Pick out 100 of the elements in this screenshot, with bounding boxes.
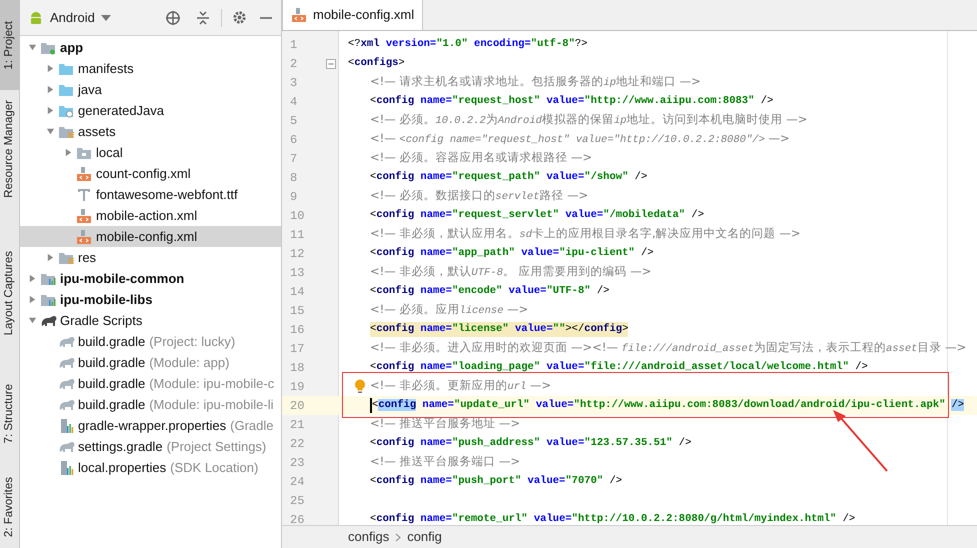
line-number: 16 xyxy=(289,322,306,338)
breadcrumb[interactable]: config xyxy=(407,527,442,547)
tree-item[interactable]: count-config.xml xyxy=(20,163,281,184)
code-line: <config name="loading_page" value="file:///android_asset/local/welcome.html" /> xyxy=(370,360,868,375)
tree-item[interactable]: gradle-wrapper.properties (Gradle xyxy=(20,415,281,436)
item-label: build.gradle xyxy=(78,374,146,393)
tree-item[interactable]: build.gradle (Module: ipu-mobile-li xyxy=(20,394,281,415)
code-line: <!— 推送平台服务端口 —> xyxy=(370,453,520,470)
module-folder-icon xyxy=(40,40,56,54)
expanded-arrow-icon[interactable] xyxy=(46,127,54,136)
item-label: settings.gradle xyxy=(78,438,163,456)
item-hint: (Module: ipu-mobile-c xyxy=(149,374,274,393)
line-number: 11 xyxy=(289,226,306,244)
code-line: <!— 请求主机名或请求地址。包括服务器的ip地址和端口 —> xyxy=(370,73,701,92)
item-hint: (Project Settings) xyxy=(166,438,266,456)
tree-item[interactable]: app xyxy=(20,37,281,58)
tree-item[interactable]: res xyxy=(20,247,281,268)
code-line: <config name="request_host" value="http://www.aiipu.com:8083" /> xyxy=(370,94,774,109)
tree-item[interactable]: ipu-mobile-libs xyxy=(20,289,281,310)
collapsed-arrow-icon[interactable] xyxy=(64,148,72,157)
folder-icon xyxy=(76,146,92,160)
tree-item[interactable]: java xyxy=(20,79,281,100)
collapsed-arrow-icon[interactable] xyxy=(46,106,54,115)
font-file-icon xyxy=(76,186,92,202)
breadcrumb[interactable]: configs xyxy=(348,527,390,547)
line-number: 2 xyxy=(289,56,298,72)
resource-folder-icon xyxy=(58,250,74,264)
tree-item[interactable]: mobile-action.xml xyxy=(20,205,281,226)
code-line: <!— 非必须。进入应用时的欢迎页面 —><!— file:///android_asset为固定写法，表示工程的asset目录 —> xyxy=(370,339,966,358)
line-number: 25 xyxy=(289,492,306,510)
code-line: <config name="update_url" value="http://www.aiipu.com:8083/download/android/ipu-client.apk" /> xyxy=(370,398,964,414)
line-number: 8 xyxy=(289,170,298,186)
elephant-icon xyxy=(58,440,76,454)
tool-window-tab[interactable]: 7: Structure xyxy=(0,366,20,462)
tree-item[interactable]: build.gradle (Module: ipu-mobile-c xyxy=(20,373,281,394)
item-label: fontawesome-webfont.ttf xyxy=(96,186,238,204)
collapsed-arrow-icon[interactable] xyxy=(28,295,36,304)
view-dropdown[interactable]: Android xyxy=(50,8,111,28)
tree-item[interactable]: manifests xyxy=(20,58,281,79)
tree-item[interactable]: mobile-config.xml xyxy=(20,226,281,247)
item-label: Gradle Scripts xyxy=(60,312,142,330)
editor-tab[interactable]: mobile-config.xml xyxy=(282,0,424,30)
expanded-arrow-icon[interactable] xyxy=(28,316,36,325)
line-number: 17 xyxy=(289,340,306,358)
code-line: <config name="encode" value="UTF-8" /> xyxy=(370,284,610,299)
line-number: 4 xyxy=(289,94,298,110)
pointer-arrow xyxy=(830,409,890,473)
code-line: <config name="request_servlet" value="/mobiledata" /> xyxy=(370,208,704,223)
code-line: <config name="push_port" value="7070" /> xyxy=(370,474,622,489)
line-number: 9 xyxy=(289,188,298,206)
expanded-arrow-icon[interactable] xyxy=(28,43,36,52)
item-label: gradle-wrapper.properties xyxy=(78,416,226,435)
item-label: build.gradle xyxy=(78,332,146,351)
tree-item[interactable]: build.gradle (Module: app) xyxy=(20,352,281,373)
collapsed-arrow-icon[interactable] xyxy=(46,64,54,73)
item-hint: (Module: ipu-mobile-li xyxy=(149,396,274,414)
tree-item[interactable]: ipu-mobile-common xyxy=(20,268,281,289)
tool-window-tab[interactable]: 2: Favorites xyxy=(0,466,20,548)
code-line: <config name="push_address" value="123.57.35.51" /> xyxy=(370,436,692,451)
crosshair-icon[interactable] xyxy=(165,10,181,26)
fold-icon[interactable] xyxy=(326,58,336,68)
library-folder-icon xyxy=(40,292,56,306)
line-number: 5 xyxy=(289,112,298,130)
lightbulb-icon[interactable] xyxy=(354,379,366,394)
collapsed-arrow-icon[interactable] xyxy=(46,85,54,94)
collapsed-arrow-icon[interactable] xyxy=(28,274,36,283)
tree-item[interactable]: build.gradle (Project: lucky) xyxy=(20,331,281,352)
line-number: 10 xyxy=(289,208,306,224)
item-label: count-config.xml xyxy=(96,164,191,183)
tree-item[interactable]: local.properties (SDK Location) xyxy=(20,457,281,478)
chevron-icon xyxy=(395,532,402,542)
code-line: <!— 必须。应用 license —> xyxy=(370,301,528,320)
collapse-all-icon[interactable] xyxy=(195,10,211,26)
line-number: 19 xyxy=(289,378,306,396)
line-number: 18 xyxy=(289,360,306,376)
code-line: <!— <config name="request_host" value="http://10.0.2.2:8080"/> —> xyxy=(370,130,790,148)
tree-item[interactable]: assets xyxy=(20,121,281,142)
code-line: <config name="request_path" value="/show" /> xyxy=(370,170,648,185)
xml-file-icon xyxy=(291,7,307,23)
code-line: <!— 必须。容器应用名或请求根路径 —> xyxy=(370,149,592,166)
tree-item[interactable]: local xyxy=(20,142,281,163)
tool-window-tab[interactable]: Resource Manager xyxy=(0,94,20,204)
line-number: 1 xyxy=(289,36,298,54)
item-label: local xyxy=(96,144,123,162)
settings-icon[interactable] xyxy=(232,10,247,25)
item-label: manifests xyxy=(78,60,134,78)
tree-item[interactable]: Gradle Scripts xyxy=(20,310,281,331)
line-number: 12 xyxy=(289,246,306,262)
tool-window-tab[interactable]: 1: Project xyxy=(0,0,20,90)
line-number: 21 xyxy=(289,416,306,434)
code-line: <!— 非必须。更新应用的url —> xyxy=(370,377,552,396)
code-line: <!— 必须。数据接口的servlet路径 —> xyxy=(370,187,588,206)
tree-item[interactable]: settings.gradle (Project Settings) xyxy=(20,436,281,457)
item-label: mobile-config.xml xyxy=(96,228,198,246)
tree-item[interactable]: fontawesome-webfont.ttf xyxy=(20,184,281,205)
properties-file-icon xyxy=(58,418,74,434)
library-folder-icon xyxy=(40,272,56,286)
tool-window-tab[interactable]: Layout Captures xyxy=(0,240,20,346)
collapsed-arrow-icon[interactable] xyxy=(46,253,54,262)
tree-item[interactable]: generatedJava xyxy=(20,100,281,121)
